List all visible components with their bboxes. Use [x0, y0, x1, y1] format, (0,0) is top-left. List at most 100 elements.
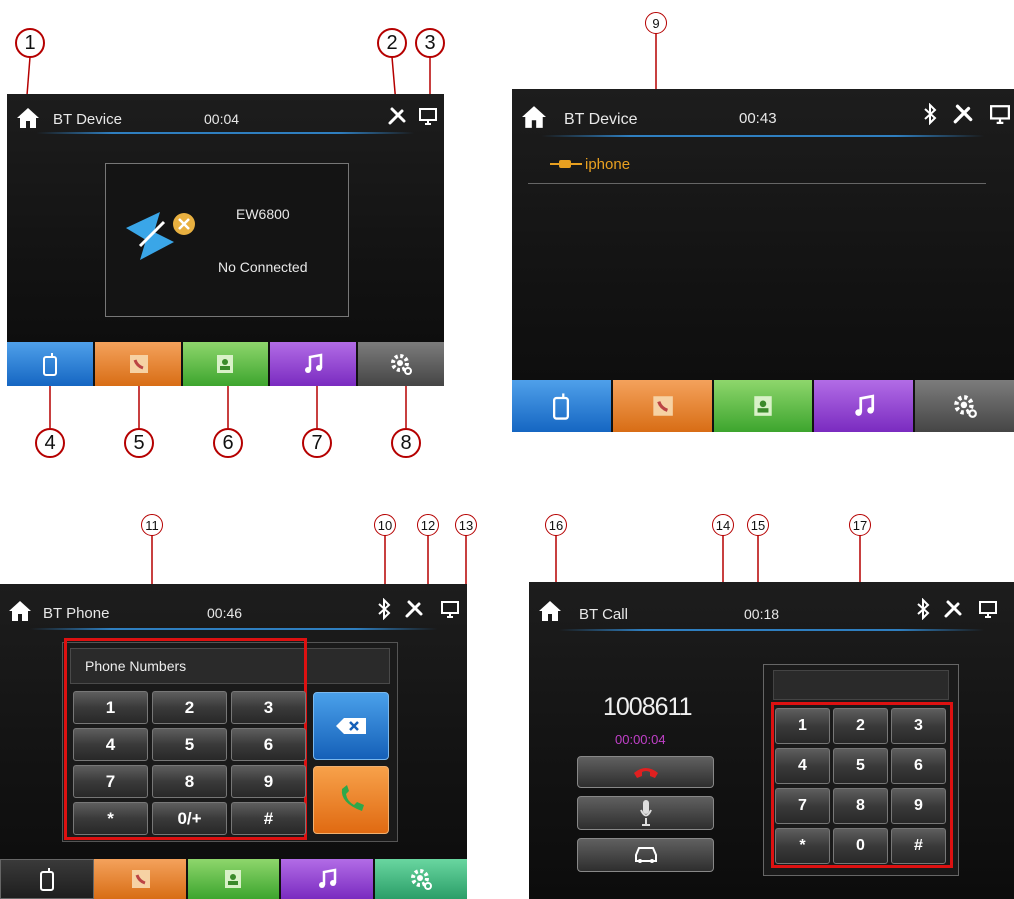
home-icon[interactable]	[16, 107, 40, 134]
callout-10: 10	[374, 514, 396, 536]
key-4[interactable]: 4	[73, 728, 148, 761]
hangup-button[interactable]	[577, 756, 714, 788]
call-number: 1008611	[603, 693, 692, 721]
key-4[interactable]: 4	[775, 748, 830, 784]
panel-bt-phone-dialer: BT Phone 00:46 Phone Numbers 1 2 3 4 5 6 7 8 9 * 0…	[0, 584, 467, 899]
tab-phone[interactable]	[0, 859, 94, 899]
tab-phone[interactable]	[7, 342, 95, 386]
key-9[interactable]: 9	[891, 788, 946, 824]
tools-icon[interactable]	[387, 106, 407, 131]
callout-11: 11	[141, 514, 163, 536]
key-star[interactable]: *	[775, 828, 830, 864]
key-0[interactable]: 0	[833, 828, 888, 864]
key-zero-plus[interactable]: 0/+	[152, 802, 227, 835]
page-title: BT Device	[564, 111, 638, 128]
backspace-button[interactable]	[313, 692, 389, 760]
call-duration: 00:00:04	[615, 732, 666, 747]
callout-6: 6	[213, 428, 243, 458]
contacts-icon	[131, 870, 150, 888]
key-3[interactable]: 3	[891, 708, 946, 744]
key-8[interactable]: 8	[833, 788, 888, 824]
tab-bar	[7, 342, 444, 386]
tab-contacts[interactable]	[94, 342, 183, 386]
display-icon[interactable]	[990, 104, 1010, 129]
mic-button[interactable]	[577, 796, 714, 830]
page-title: BT Phone	[43, 605, 110, 622]
clock: 00:18	[744, 606, 780, 622]
display-icon[interactable]	[419, 107, 437, 130]
key-7[interactable]: 7	[775, 788, 830, 824]
key-6[interactable]: 6	[231, 728, 306, 761]
home-icon[interactable]	[520, 105, 548, 134]
hangup-icon	[633, 768, 658, 778]
phonebook-icon	[217, 355, 234, 373]
tab-settings[interactable]	[915, 380, 1014, 432]
callout-16: 16	[545, 514, 567, 536]
callout-5: 5	[124, 428, 154, 458]
device-name: EW6800	[236, 206, 290, 222]
bluetooth-icon	[923, 102, 937, 130]
list-divider	[528, 183, 986, 184]
mic-icon	[639, 800, 652, 826]
key-8[interactable]: 8	[152, 765, 227, 798]
tab-music[interactable]	[270, 342, 359, 386]
car-icon	[634, 847, 657, 863]
key-9[interactable]: 9	[231, 765, 306, 798]
paired-device-name: iphone	[585, 155, 631, 173]
tab-phonebook[interactable]	[187, 859, 282, 899]
key-1[interactable]: 1	[775, 708, 830, 744]
tab-contacts[interactable]	[93, 859, 188, 899]
call-icon	[341, 785, 364, 811]
tools-icon[interactable]	[943, 599, 963, 624]
key-7[interactable]: 7	[73, 765, 148, 798]
tab-bar	[512, 380, 1014, 432]
callout-17: 17	[849, 514, 871, 536]
call-button[interactable]	[313, 766, 389, 834]
key-2[interactable]: 2	[152, 691, 227, 724]
tab-contacts[interactable]	[612, 380, 714, 432]
plug-icon	[550, 160, 582, 168]
key-6[interactable]: 6	[891, 748, 946, 784]
phonebook-icon	[225, 870, 242, 888]
device-status-card: EW6800 No Connected	[105, 163, 349, 317]
car-audio-button[interactable]	[577, 838, 714, 872]
display-icon[interactable]	[441, 600, 459, 623]
header-divider	[559, 629, 984, 631]
key-5[interactable]: 5	[833, 748, 888, 784]
callout-8: 8	[391, 428, 421, 458]
tab-phone[interactable]	[512, 380, 613, 432]
settings-icon	[953, 395, 977, 418]
phone-icon	[553, 393, 570, 420]
settings-icon	[391, 354, 413, 375]
key-3[interactable]: 3	[231, 691, 306, 724]
tools-icon[interactable]	[404, 599, 424, 624]
key-2[interactable]: 2	[833, 708, 888, 744]
tools-icon[interactable]	[952, 103, 974, 130]
tab-phonebook[interactable]	[713, 380, 815, 432]
paired-device-item[interactable]: iphone	[550, 153, 630, 175]
tab-settings[interactable]	[358, 342, 444, 386]
tab-settings[interactable]	[375, 859, 467, 899]
tab-music[interactable]	[281, 859, 376, 899]
home-icon[interactable]	[537, 600, 563, 627]
clock: 00:43	[739, 110, 777, 127]
callout-2: 2	[377, 28, 407, 58]
key-1[interactable]: 1	[73, 691, 148, 724]
tab-phonebook[interactable]	[182, 342, 271, 386]
panel-bt-device-disconnected: BT Device 00:04 EW6800 No Connected	[7, 94, 444, 386]
contacts-icon	[129, 355, 148, 373]
callout-9: 9	[645, 12, 667, 34]
callout-3: 3	[415, 28, 445, 58]
display-icon[interactable]	[979, 600, 997, 623]
home-icon[interactable]	[7, 600, 33, 627]
key-5[interactable]: 5	[152, 728, 227, 761]
tab-music[interactable]	[814, 380, 916, 432]
panel-bt-call: BT Call 00:18 1008611 00:00:04 123 456 789…	[529, 582, 1014, 899]
key-hash[interactable]: #	[891, 828, 946, 864]
music-icon	[305, 353, 323, 373]
header-divider	[37, 132, 414, 134]
key-star[interactable]: *	[73, 802, 148, 835]
key-hash[interactable]: #	[231, 802, 306, 835]
tab-bar	[0, 859, 467, 899]
bluetooth-icon	[377, 597, 391, 625]
